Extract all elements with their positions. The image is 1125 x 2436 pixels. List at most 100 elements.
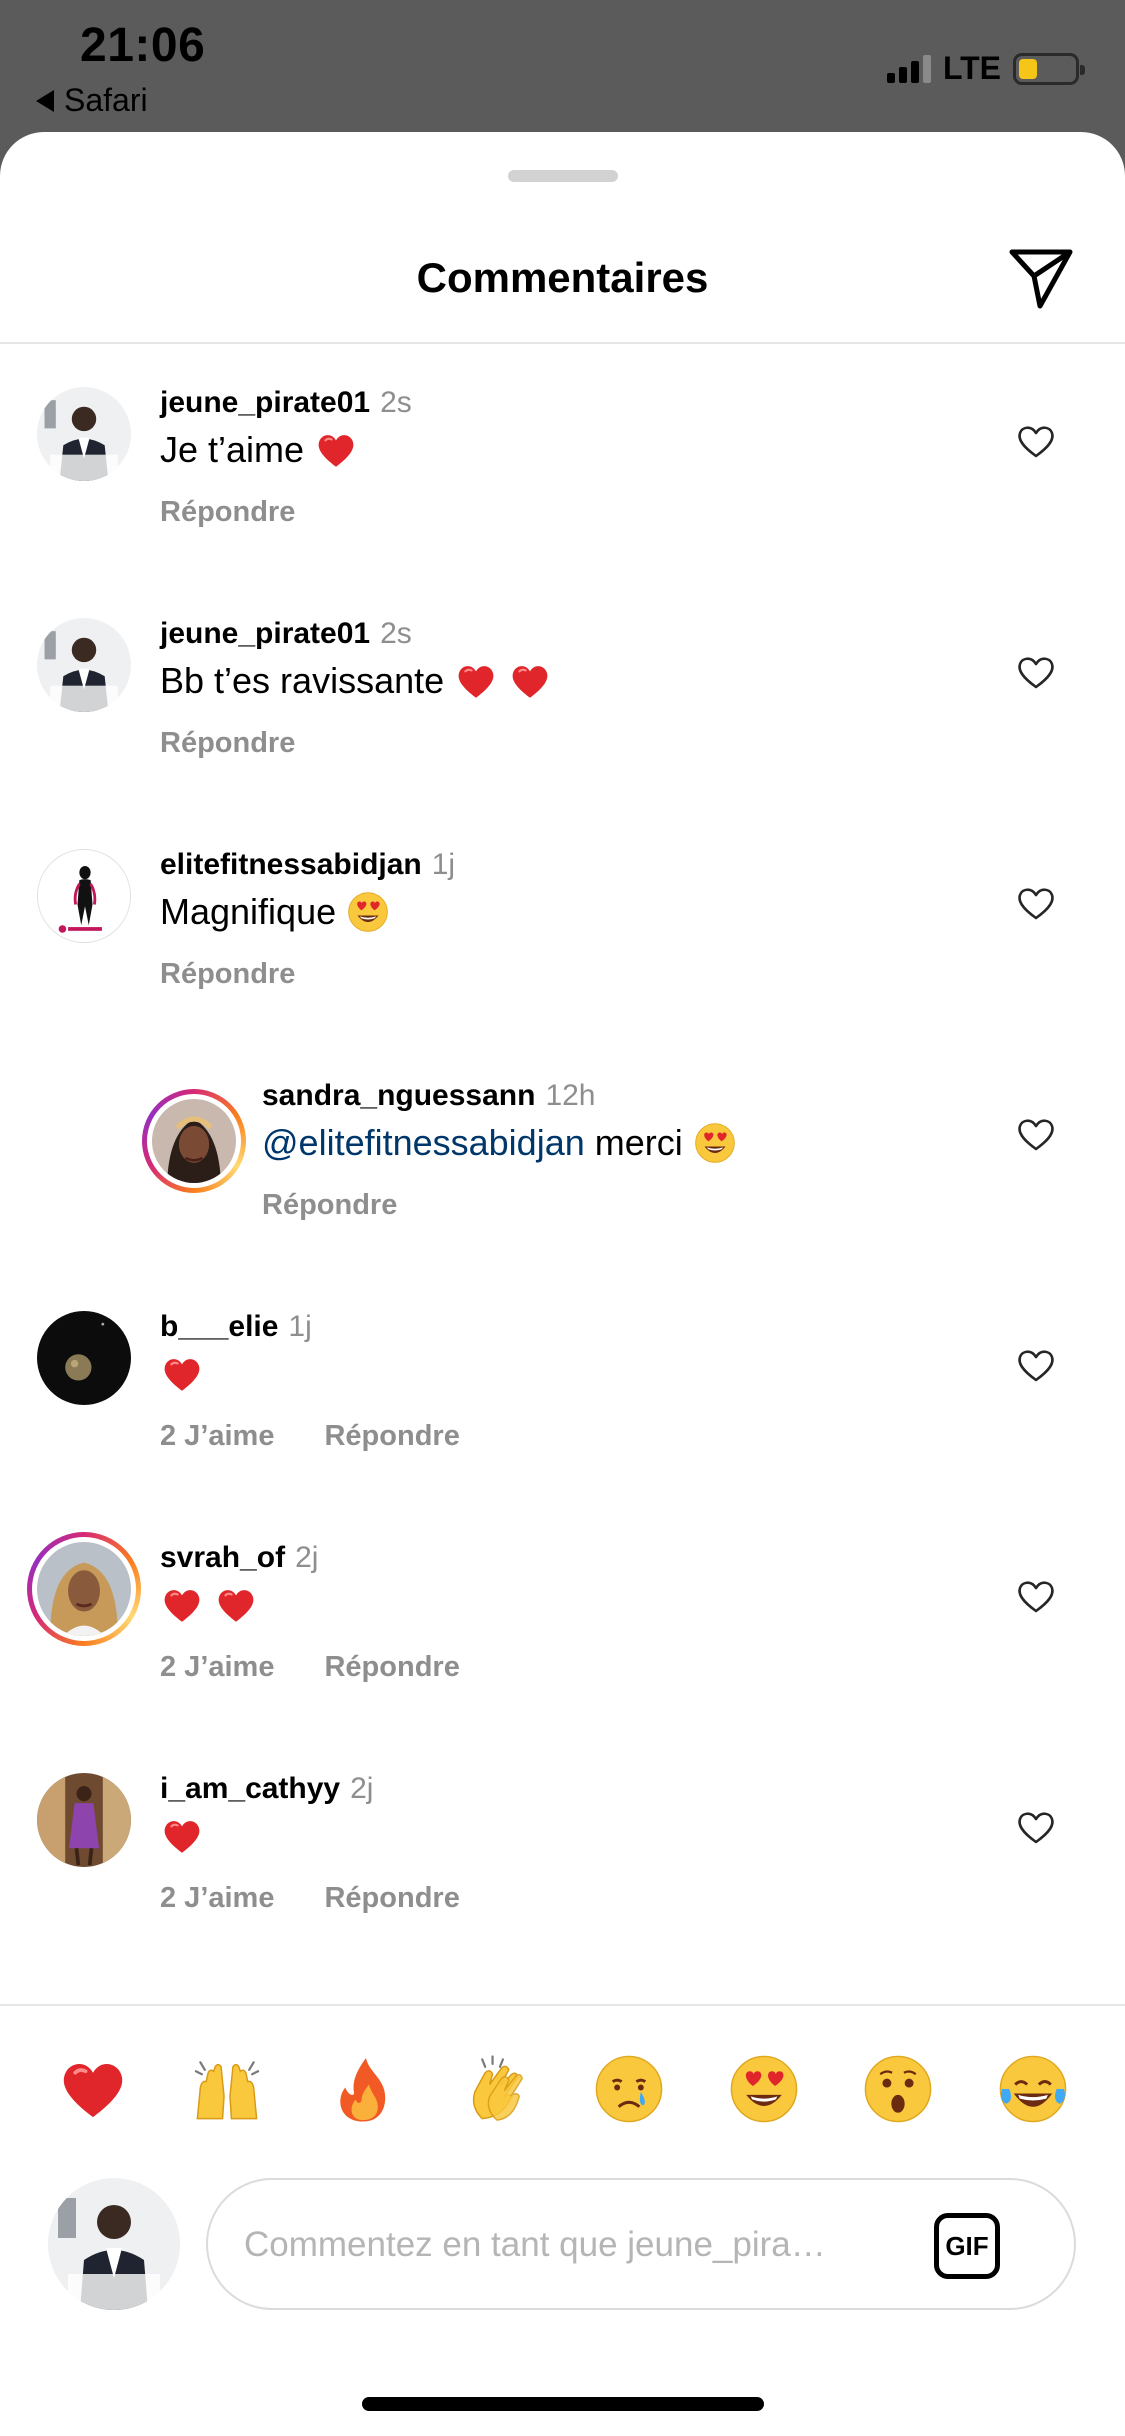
signal-icon bbox=[886, 54, 931, 83]
comment-body: Magnifique bbox=[160, 890, 390, 934]
quick-emoji-crying-face[interactable] bbox=[592, 2052, 666, 2126]
avatar[interactable] bbox=[152, 1099, 236, 1183]
heart-outline-icon[interactable] bbox=[1016, 1115, 1056, 1155]
back-to-safari[interactable]: Safari bbox=[36, 82, 148, 119]
red-heart-icon bbox=[164, 1590, 200, 1622]
comment-actions: Répondre bbox=[160, 496, 295, 529]
mention-link[interactable]: @elitefitnessabidjan bbox=[262, 1122, 585, 1164]
quick-emoji-clapping-hands[interactable] bbox=[460, 2052, 534, 2126]
quick-emoji-fire[interactable] bbox=[326, 2052, 400, 2126]
quick-emoji-raising-hands[interactable] bbox=[190, 2052, 264, 2126]
home-indicator bbox=[362, 2397, 764, 2411]
back-label: Safari bbox=[64, 82, 148, 118]
reply-button[interactable]: Répondre bbox=[324, 1651, 459, 1683]
gif-button[interactable]: GIF bbox=[934, 2213, 1000, 2279]
reply-button[interactable]: Répondre bbox=[324, 1882, 459, 1914]
quick-emoji-astonished-face[interactable] bbox=[861, 2052, 935, 2126]
comment-username[interactable]: b___elie bbox=[160, 1310, 278, 1343]
likes-count[interactable]: 2 J’aime bbox=[160, 1882, 274, 1914]
comment-time: 2j bbox=[295, 1541, 319, 1574]
clapping-hands-icon bbox=[472, 2055, 523, 2121]
red-heart-icon bbox=[218, 1590, 254, 1622]
quick-emoji-red-heart[interactable] bbox=[56, 2052, 130, 2126]
red-heart-icon bbox=[164, 1821, 200, 1853]
crying-face-icon bbox=[595, 2055, 663, 2123]
comment-input[interactable] bbox=[244, 2210, 884, 2280]
avatar[interactable] bbox=[37, 1311, 131, 1405]
heart-outline-icon[interactable] bbox=[1016, 1577, 1056, 1617]
comment-text: Bb t’es ravissante bbox=[160, 660, 445, 701]
comment-username[interactable]: i_am_cathyy bbox=[160, 1772, 340, 1805]
fire-icon bbox=[340, 2057, 386, 2122]
comment-header: jeune_pirate01 2s bbox=[160, 386, 412, 420]
sheet-grabber[interactable] bbox=[508, 170, 618, 182]
comment-body bbox=[160, 1583, 258, 1627]
astonished-face-icon bbox=[864, 2055, 932, 2123]
status-indicators: LTE bbox=[886, 50, 1085, 87]
comment-time: 12h bbox=[545, 1079, 596, 1112]
comment-row: jeune_pirate01 2s Bb t’es ravissante Répond… bbox=[0, 603, 1125, 803]
comment-actions: 2 J’aime Répondre bbox=[160, 1420, 460, 1453]
comment-time: 2s bbox=[380, 386, 412, 419]
comment-header: i_am_cathyy 2j bbox=[160, 1772, 373, 1806]
comment-row: jeune_pirate01 2s Je t’aime Répondre bbox=[0, 372, 1125, 572]
heart-eyes-icon bbox=[348, 892, 388, 932]
comment-username[interactable]: elitefitnessabidjan bbox=[160, 848, 422, 881]
comment-username[interactable]: sandra_nguessann bbox=[262, 1079, 535, 1112]
comment-actions: 2 J’aime Répondre bbox=[160, 1882, 460, 1915]
paper-plane-icon[interactable] bbox=[1006, 242, 1076, 312]
composer-avatar bbox=[48, 2178, 180, 2310]
comment-username[interactable]: svrah_of bbox=[160, 1541, 285, 1574]
comment-text: Je t’aime bbox=[160, 429, 305, 470]
likes-count[interactable]: 2 J’aime bbox=[160, 1651, 274, 1683]
comment-username[interactable]: jeune_pirate01 bbox=[160, 617, 370, 650]
comment-actions: Répondre bbox=[262, 1189, 397, 1222]
comment-body: Je t’aime bbox=[160, 428, 358, 472]
reply-button[interactable]: Répondre bbox=[160, 496, 295, 528]
comment-actions: Répondre bbox=[160, 727, 295, 760]
comment-header: sandra_nguessann 12h bbox=[262, 1079, 596, 1113]
comment-row: i_am_cathyy 2j 2 J’aime Répondre bbox=[0, 1758, 1125, 1958]
comment-text: Magnifique bbox=[160, 891, 337, 932]
avatar[interactable] bbox=[37, 387, 131, 481]
comment-body bbox=[160, 1814, 204, 1858]
comment-body: Bb t’es ravissante bbox=[160, 659, 552, 703]
header-divider bbox=[0, 342, 1125, 344]
reply-button[interactable]: Répondre bbox=[324, 1420, 459, 1452]
raising-hands-icon bbox=[194, 2061, 260, 2120]
status-time: 21:06 bbox=[80, 19, 206, 72]
back-arrow-icon bbox=[36, 89, 54, 112]
red-heart-icon bbox=[164, 1359, 200, 1391]
comment-time: 1j bbox=[431, 848, 456, 881]
comment-text: merci bbox=[594, 1122, 683, 1163]
red-heart-icon bbox=[318, 435, 354, 467]
heart-outline-icon[interactable] bbox=[1016, 1808, 1056, 1848]
comment-time: 1j bbox=[288, 1310, 312, 1343]
likes-count[interactable]: 2 J’aime bbox=[160, 1420, 274, 1452]
comment-body: @elitefitnessabidjan merci bbox=[262, 1121, 737, 1165]
comment-actions: Répondre bbox=[160, 958, 295, 991]
comment-row: b___elie 1j 2 J’aime Répondre bbox=[0, 1296, 1125, 1496]
avatar[interactable] bbox=[37, 849, 131, 943]
tears-of-joy-icon bbox=[999, 2055, 1067, 2123]
comment-header: svrah_of 2j bbox=[160, 1541, 318, 1575]
heart-eyes-icon bbox=[730, 2055, 798, 2123]
avatar[interactable] bbox=[37, 618, 131, 712]
page-title: Commentaires bbox=[416, 254, 709, 301]
comment-input-box[interactable]: GIF bbox=[206, 2178, 1076, 2310]
comment-header: b___elie 1j bbox=[160, 1310, 312, 1344]
avatar[interactable] bbox=[37, 1773, 131, 1867]
quick-emoji-heart-eyes[interactable] bbox=[727, 2052, 801, 2126]
network-label: LTE bbox=[942, 50, 1001, 86]
heart-outline-icon[interactable] bbox=[1016, 1346, 1056, 1386]
heart-outline-icon[interactable] bbox=[1016, 653, 1056, 693]
comment-actions: 2 J’aime Répondre bbox=[160, 1651, 460, 1684]
heart-outline-icon[interactable] bbox=[1016, 422, 1056, 462]
heart-outline-icon[interactable] bbox=[1016, 884, 1056, 924]
comment-username[interactable]: jeune_pirate01 bbox=[160, 386, 370, 419]
avatar[interactable] bbox=[37, 1542, 131, 1636]
quick-emoji-tears-of-joy[interactable] bbox=[996, 2052, 1070, 2126]
reply-button[interactable]: Répondre bbox=[160, 958, 295, 990]
reply-button[interactable]: Répondre bbox=[160, 727, 295, 759]
reply-button[interactable]: Répondre bbox=[262, 1189, 397, 1221]
